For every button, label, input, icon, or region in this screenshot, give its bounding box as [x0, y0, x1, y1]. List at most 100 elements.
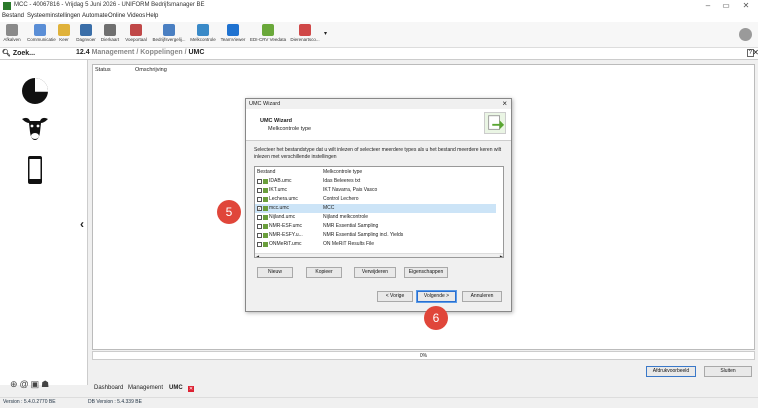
row-type: Idas Beleeres txt [323, 178, 361, 184]
list-item[interactable]: Lechera.umc Control Lechero [255, 195, 496, 204]
menu-systeeminstellingen[interactable]: Systeeminstellingen [27, 13, 80, 19]
dialog-heading: UMC Wizard [260, 118, 293, 124]
progress-text: 0% [419, 353, 428, 359]
row-type: NMR Essential Sampling incl. Yields [323, 232, 404, 238]
list-header-type: Melkcontrole type [323, 169, 363, 175]
row-type: NMR Essential Sampling [323, 223, 379, 229]
toolbar: Afkalven Communicatie Keer Dagnvoer Dier… [0, 22, 758, 48]
row-file: IKT.umc [269, 187, 288, 193]
maximize-button[interactable]: ▭ [718, 1, 734, 10]
wizard-logo-icon [484, 112, 506, 134]
file-type-list[interactable]: Bestand Melkcontrole type IDAB.umc Idas B… [254, 166, 504, 258]
next-button[interactable]: Volgende > [417, 291, 456, 302]
menu-videos[interactable]: Videos [127, 13, 145, 19]
menu-bestand[interactable]: Bestand [2, 13, 24, 19]
list-hscrollbar[interactable]: ◀ ▶ [255, 253, 503, 257]
key-icon [58, 24, 70, 36]
smartphone-icon[interactable] [20, 155, 50, 185]
close-window-button[interactable]: ✕ [738, 1, 754, 10]
tab-dashboard[interactable]: Dashboard [94, 385, 123, 391]
row-file: ONMeRiT.umc [269, 241, 302, 247]
barn-icon [6, 24, 18, 36]
list-item[interactable]: NMR-ESF.umc NMR Essential Sampling [255, 222, 496, 231]
row-checkbox[interactable] [257, 232, 262, 238]
scroll-right-icon[interactable]: ▶ [500, 254, 503, 257]
toolbar-edi-crv[interactable]: EDI-CRV Veedata [250, 24, 286, 46]
toolbar-communicatie[interactable]: Communicatie [27, 24, 56, 46]
step-marker-6: 6 [424, 306, 448, 330]
breadcrumb-management[interactable]: Management [92, 49, 135, 56]
toolbar-voeportaal[interactable]: Voeportaal [123, 24, 149, 46]
dialog-subheading: Melkcontrole type [268, 126, 312, 132]
file-icon [263, 223, 268, 229]
list-item[interactable]: ONMeRiT.umc ON MeRiT Results File [255, 240, 496, 249]
tab-management[interactable]: Management [128, 385, 163, 391]
print-preview-button[interactable]: Afdrukvoorbeeld [646, 366, 696, 377]
person-icon [34, 24, 46, 36]
breadcrumb-koppelingen[interactable]: Koppelingen [140, 49, 182, 56]
menu-automate[interactable]: Automate [82, 13, 108, 19]
file-icon [263, 178, 268, 184]
row-checkbox[interactable] [257, 178, 262, 184]
minimize-button[interactable]: – [700, 1, 716, 10]
search-bar: 🔍︎ Zoek... 12.4 Management / Koppelingen… [0, 48, 758, 60]
toolbar-teamviewer[interactable]: TeamViewer [219, 24, 247, 46]
toolbar-melkcontrole[interactable]: Melkcontrole [189, 24, 217, 46]
toolbar-dierkaart[interactable]: Dierkaart [99, 24, 121, 46]
list-item[interactable]: IDAB.umc Idas Beleeres txt [255, 177, 496, 186]
cow-icon[interactable] [20, 112, 50, 142]
toolbar-more-icon[interactable]: ▾ [324, 30, 327, 37]
new-button[interactable]: Nieuw [257, 267, 293, 278]
row-checkbox[interactable] [257, 187, 262, 193]
row-file: IDAB.umc [269, 178, 292, 184]
dialog-close-button[interactable]: × [502, 99, 507, 108]
toolbar-toggle-button[interactable] [739, 28, 752, 41]
row-file: Nijland.umc [269, 214, 296, 220]
sidebar-bottom-icons[interactable]: ⊕@▣☗ [10, 379, 51, 390]
list-item[interactable]: IKT.umc IKT Navarra, Pais Vasco [255, 186, 496, 195]
toolbar-bedrijfsvergelijking[interactable]: Bedrijfsvergelij... [152, 24, 186, 46]
close-tab-icon[interactable]: ✕ [188, 386, 194, 392]
step-marker-5: 5 [217, 200, 241, 224]
toolbar-dagnvoer[interactable]: Dagnvoer [75, 24, 97, 46]
db-version: DB Version : 5.4.339 BE [88, 399, 142, 405]
row-checkbox[interactable] [257, 196, 262, 202]
toolbar-dierenarts[interactable]: Dierenartsco... [288, 24, 322, 46]
cancel-button[interactable]: Annuleren [462, 291, 502, 302]
sidebar: ‹ ⊕@▣☗ [0, 60, 88, 389]
edi-icon [262, 24, 274, 36]
toolbar-keer[interactable]: Keer [56, 24, 72, 46]
menu-help[interactable]: Help [146, 13, 158, 19]
delete-button[interactable]: Verwijderen [354, 267, 396, 278]
menu-online[interactable]: Online [108, 13, 125, 19]
toolbar-afkalven[interactable]: Afkalven [1, 24, 23, 46]
progress-bar: 0% [92, 351, 755, 360]
collapse-sidebar-icon[interactable]: ‹ [80, 217, 84, 231]
row-checkbox[interactable]: ✓ [257, 205, 262, 211]
row-file: Lechera.umc [269, 196, 298, 202]
pie-chart-icon[interactable] [20, 76, 50, 106]
row-file: NMR-ESFY.u... [269, 232, 303, 238]
scroll-left-icon[interactable]: ◀ [256, 254, 259, 257]
close-button[interactable]: Sluiten [704, 366, 752, 377]
title-bar: MCC - 40067816 - Vrijdag 5 Juni 2026 - U… [0, 0, 758, 12]
list-item[interactable]: NMR-ESFY.u... NMR Essential Sampling incl… [255, 231, 496, 240]
row-type: Nijland melkcontrole [323, 214, 369, 220]
column-omschrijving[interactable]: Omschrijving [135, 67, 167, 73]
row-checkbox[interactable] [257, 223, 262, 229]
row-checkbox[interactable] [257, 214, 262, 220]
row-type: ON MeRiT Results File [323, 241, 375, 247]
list-item[interactable]: ✓ mcc.umc MCC [255, 204, 496, 213]
list-item[interactable]: Nijland.umc Nijland melkcontrole [255, 213, 496, 222]
copy-button[interactable]: Kopieer [306, 267, 342, 278]
teamviewer-icon [227, 24, 239, 36]
close-panel-icon[interactable]: ✕ [752, 48, 758, 57]
search-input[interactable]: 🔍︎ Zoek... [2, 49, 35, 57]
tab-umc[interactable]: UMC [169, 385, 183, 391]
column-status[interactable]: Status [95, 67, 111, 73]
breadcrumb-umc: UMC [188, 49, 205, 56]
file-icon [263, 196, 268, 202]
row-checkbox[interactable] [257, 241, 262, 247]
back-button[interactable]: < Vorige [377, 291, 413, 302]
properties-button[interactable]: Eigenschappen [404, 267, 448, 278]
